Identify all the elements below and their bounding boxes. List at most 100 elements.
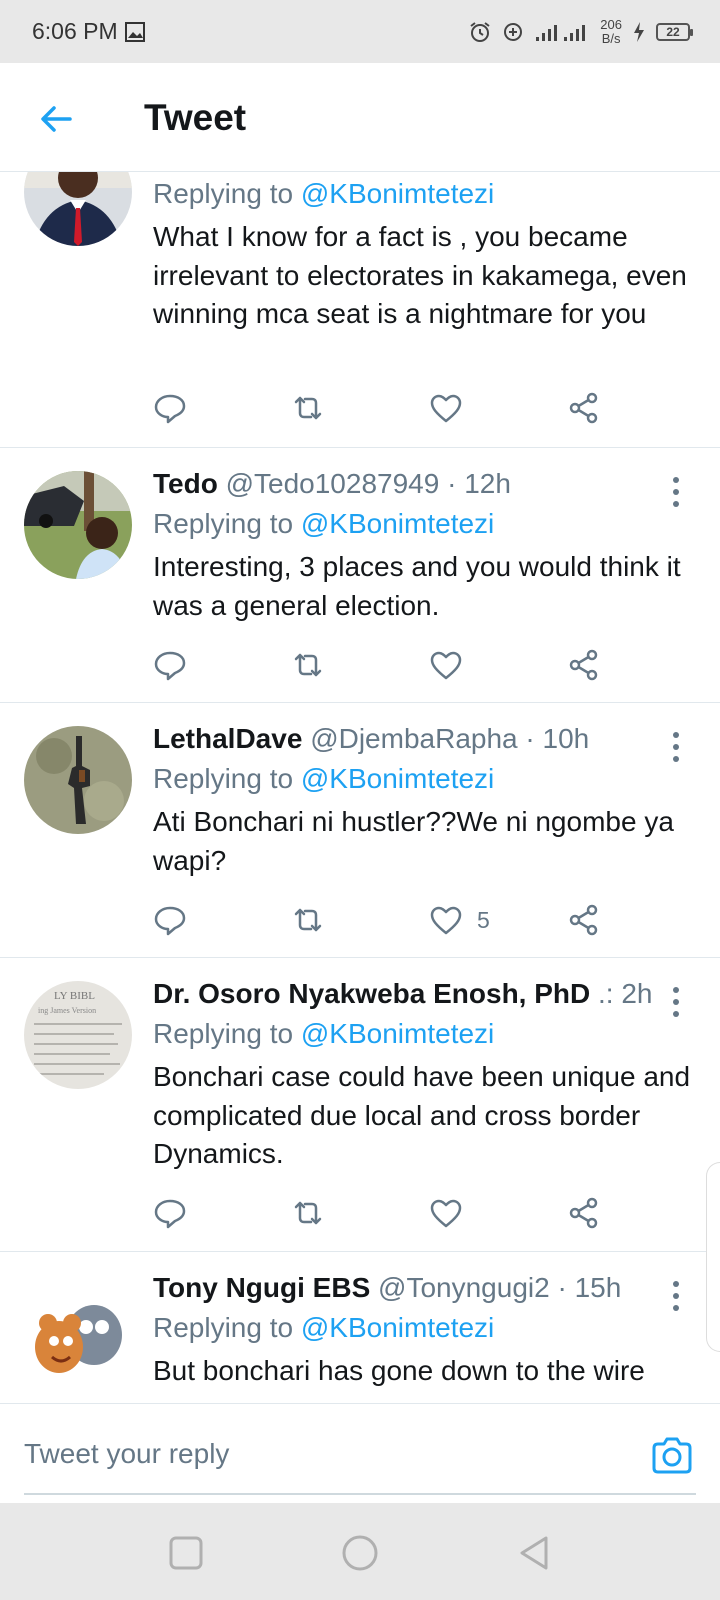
tweet-header: Tedo @Tedo10287949 · 12h [153, 464, 696, 504]
reply-icon [154, 1199, 186, 1229]
replying-label: Replying to [153, 1018, 301, 1049]
status-bar: 6:06 PM 206 B/s 22 [0, 0, 720, 63]
heart-icon [430, 1199, 462, 1228]
replying-handle-link[interactable]: @KBonimtetezi [301, 1312, 494, 1343]
tweet-item[interactable]: LY BIBL ing James Version Dr. Osoro Nyak… [0, 958, 720, 1252]
tweet-header: Dr. Osoro Nyakweba Enosh, PhD .: 2h [153, 974, 696, 1014]
signal-icon [536, 24, 586, 41]
heart-icon [430, 906, 462, 935]
reply-button[interactable] [153, 900, 187, 940]
tweet-text: What I know for a fact is , you became i… [153, 221, 687, 329]
replying-handle-link[interactable]: @KBonimtetezi [301, 178, 494, 209]
reply-button[interactable] [153, 645, 187, 685]
retweet-button[interactable] [291, 900, 325, 940]
tweet-text: Bonchari case could have been unique and… [153, 1061, 691, 1169]
retweet-button[interactable] [291, 388, 325, 428]
reply-composer [0, 1403, 720, 1503]
reply-button[interactable] [153, 1193, 187, 1233]
image-notification-icon [124, 21, 145, 42]
tweet-body: LethalDave @DjembaRapha · 10h Replying t… [153, 719, 696, 880]
replying-to: Replying to @KBonimtetezi [153, 759, 696, 799]
tweet-actions: 5 [153, 900, 613, 940]
author-handle[interactable]: @Tonyngugi2 [378, 1272, 550, 1303]
retweet-icon [294, 653, 322, 677]
reply-feed[interactable]: Replying to @KBonimtetezi What I know fo… [0, 172, 720, 1403]
status-right: 206 B/s 22 [468, 17, 693, 46]
charging-icon [634, 21, 644, 42]
retweet-button[interactable] [291, 1193, 325, 1233]
tweet-time: 2h [613, 978, 653, 1009]
replying-to: Replying to @KBonimtetezi [153, 1308, 696, 1348]
system-nav-bar [0, 1503, 720, 1600]
recents-icon[interactable] [166, 1533, 206, 1573]
page-title: Tweet [144, 97, 247, 138]
avatar-bible-subtitle: ing James Version [38, 1006, 96, 1015]
share-icon [569, 392, 598, 424]
tweet-item[interactable]: Tedo @Tedo10287949 · 12h Replying to @KB… [0, 448, 720, 703]
alarm-icon [470, 21, 490, 42]
avatar[interactable] [24, 172, 132, 246]
share-button[interactable] [567, 388, 601, 428]
like-button[interactable]: 5 [429, 900, 490, 940]
reply-icon [154, 394, 186, 424]
heart-icon [430, 651, 462, 680]
tweet-body: Dr. Osoro Nyakweba Enosh, PhD .: 2h Repl… [153, 974, 696, 1174]
reply-button[interactable] [153, 388, 187, 428]
replying-to: Replying to @KBonimtetezi [153, 504, 696, 544]
app-header: Tweet [0, 63, 720, 172]
author-name[interactable]: Tedo [153, 468, 218, 499]
avatar[interactable] [24, 1275, 132, 1383]
like-button[interactable] [429, 645, 463, 685]
share-icon [569, 649, 598, 681]
tweet-actions [153, 645, 613, 685]
tweet-body: Tony Ngugi EBS @Tonyngugi2 · 15h Replyin… [153, 1268, 696, 1391]
author-name[interactable]: Dr. Osoro Nyakweba Enosh, PhD [153, 978, 590, 1009]
like-button[interactable] [429, 388, 463, 428]
data-saver-icon [504, 22, 523, 41]
replying-handle-link[interactable]: @KBonimtetezi [301, 1018, 494, 1049]
share-icon [569, 904, 598, 936]
avatar[interactable] [24, 471, 132, 579]
camera-icon[interactable] [650, 1434, 694, 1478]
author-name[interactable]: Tony Ngugi EBS [153, 1272, 370, 1303]
replying-handle-link[interactable]: @KBonimtetezi [301, 763, 494, 794]
avatar[interactable]: LY BIBL ing James Version [24, 981, 132, 1089]
tweet-actions [153, 388, 613, 428]
author-handle[interactable]: .: [590, 978, 614, 1009]
back-triangle-icon[interactable] [514, 1533, 554, 1573]
status-left: 6:06 PM [32, 18, 146, 45]
home-icon[interactable] [340, 1533, 380, 1573]
retweet-icon [294, 396, 322, 420]
author-handle[interactable]: @DjembaRapha [310, 723, 517, 754]
tweet-time: · 12h [439, 468, 511, 499]
like-count: 5 [477, 906, 490, 933]
like-button[interactable] [429, 1193, 463, 1233]
reply-underline [24, 1493, 696, 1495]
reply-input[interactable] [24, 1426, 614, 1482]
replying-handle-link[interactable]: @KBonimtetezi [301, 508, 494, 539]
tweet-time: · 15h [549, 1272, 622, 1303]
avatar[interactable] [24, 726, 132, 834]
share-button[interactable] [567, 1193, 601, 1233]
tweet-time: · 10h [517, 723, 590, 754]
replying-to: Replying to @KBonimtetezi [153, 1014, 696, 1054]
replying-label: Replying to [153, 1312, 301, 1343]
tweet-body: Tedo @Tedo10287949 · 12h Replying to @KB… [153, 464, 696, 625]
arrow-left-icon[interactable] [36, 99, 76, 139]
retweet-icon [294, 908, 322, 932]
tweet-item[interactable]: Replying to @KBonimtetezi What I know fo… [0, 172, 720, 448]
tweet-item[interactable]: Tony Ngugi EBS @Tonyngugi2 · 15h Replyin… [0, 1252, 720, 1403]
replying-label: Replying to [153, 763, 301, 794]
tweet-text: Interesting, 3 places and you would thin… [153, 551, 681, 621]
net-speed: 206 B/s [600, 17, 622, 46]
author-name[interactable]: LethalDave [153, 723, 302, 754]
scroll-handle[interactable] [706, 1162, 720, 1352]
author-handle[interactable]: @Tedo10287949 [226, 468, 440, 499]
battery-level: 22 [666, 24, 680, 39]
reply-icon [154, 651, 186, 681]
share-button[interactable] [567, 900, 601, 940]
tweet-text: Ati Bonchari ni hustler??We ni ngombe ya… [153, 806, 674, 876]
tweet-item[interactable]: LethalDave @DjembaRapha · 10h Replying t… [0, 703, 720, 958]
retweet-button[interactable] [291, 645, 325, 685]
share-button[interactable] [567, 645, 601, 685]
